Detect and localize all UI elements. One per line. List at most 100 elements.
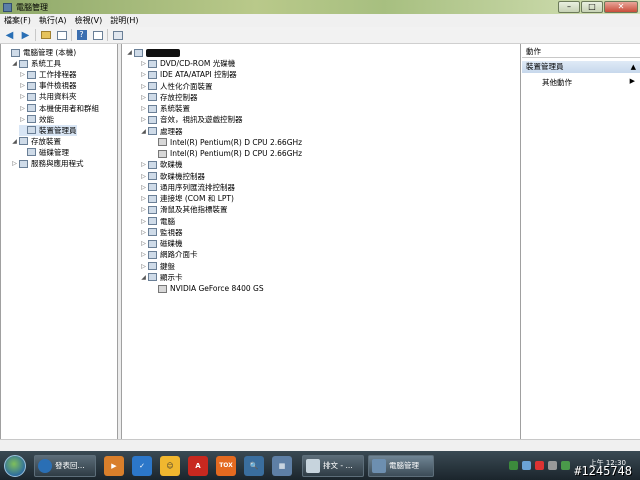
expand-arrow-icon[interactable]: ▷	[140, 218, 147, 225]
submenu-arrow-icon[interactable]: ▶	[630, 77, 635, 85]
device-tree-item[interactable]: ▷ 滑鼠及其他指標裝置	[140, 204, 228, 215]
antivirus-icon[interactable]	[535, 461, 544, 470]
device-tree-item[interactable]: ▷ 軟碟機控制器	[140, 171, 205, 182]
tree-item[interactable]: ▷ 共用資料夾	[19, 91, 76, 102]
more-actions-item[interactable]: 其他動作	[542, 77, 572, 88]
expand-arrow-icon[interactable]: ▷	[140, 116, 147, 123]
device-tree-item[interactable]: ▷ 人性化介面裝置	[140, 81, 212, 92]
expand-arrow-icon[interactable]: ▷	[140, 173, 147, 180]
device-tree-item[interactable]: ▷ 音效，視訊及遊戲控制器	[140, 114, 242, 125]
tree-item[interactable]: ▷ 本機使用者和群組	[19, 103, 99, 114]
expand-arrow-icon[interactable]: ▷	[140, 161, 147, 168]
menu-file[interactable]: 檔案(F)	[4, 15, 31, 26]
messenger-icon[interactable]: ✓	[132, 455, 152, 476]
expand-arrow-icon[interactable]: ◢	[140, 128, 147, 135]
device-tree-item[interactable]: ▷ 存放控制器	[140, 92, 197, 103]
device-icon	[148, 160, 157, 169]
tree-item[interactable]: 磁碟管理	[19, 147, 69, 158]
expand-arrow-icon[interactable]: ▷	[19, 105, 26, 112]
magnifier-icon[interactable]: 🔍	[244, 455, 264, 476]
device-list-pane[interactable]: ◢ ▷ DVD/CD-ROM 光碟機 ▷ IDE ATA/ATAPI 控制器 ▷ 人性化介…	[121, 44, 521, 439]
expand-arrow-icon[interactable]: ▷	[140, 83, 147, 90]
tree-item[interactable]: 電腦管理 (本機)	[3, 47, 76, 58]
start-button[interactable]	[0, 452, 30, 480]
tree-item[interactable]: ▷ 效能	[19, 114, 54, 125]
menu-view[interactable]: 檢視(V)	[75, 15, 103, 26]
device-tree-item[interactable]: NVIDIA GeForce 8400 GS	[150, 283, 264, 294]
device-tree-root[interactable]: ◢	[126, 47, 180, 58]
expand-arrow-icon[interactable]: ▷	[19, 71, 26, 78]
device-tree-item[interactable]: ▷ 連接埠 (COM 和 LPT)	[140, 193, 234, 204]
console-tree-pane[interactable]: 電腦管理 (本機) ◢ 系統工具 ▷ 工作排程器 ▷ 事件檢視器 ▷ 共用資料夾 ▷ 本機使用者和群…	[0, 44, 118, 439]
device-tree-item[interactable]: ▷ 磁碟機	[140, 238, 182, 249]
expand-arrow-icon[interactable]: ▷	[140, 105, 147, 112]
collapse-arrow-icon[interactable]: ◢	[126, 49, 133, 56]
device-tree-item[interactable]: ▷ 系統裝置	[140, 103, 190, 114]
taskbar-item-computer-management[interactable]: 電腦管理	[368, 454, 434, 477]
tree-item[interactable]: 裝置管理員	[19, 124, 77, 136]
expand-arrow-icon[interactable]: ▷	[19, 116, 26, 123]
expand-arrow-icon[interactable]: ▷	[11, 160, 18, 167]
calculator-icon[interactable]: ▦	[272, 455, 292, 476]
expand-arrow-icon[interactable]: ◢	[140, 274, 147, 281]
back-arrow-icon[interactable]: ◀	[3, 29, 16, 41]
up-folder-icon[interactable]	[39, 29, 52, 41]
tree-item[interactable]: ▷ 事件檢視器	[19, 80, 76, 91]
expand-arrow-icon[interactable]: ▷	[140, 184, 147, 191]
menu-help[interactable]: 說明(H)	[110, 15, 138, 26]
device-tree-item[interactable]: Intel(R) Pentium(R) D CPU 2.66GHz	[150, 148, 302, 159]
device-tree-item[interactable]: ▷ 通用序列匯流排控制器	[140, 182, 235, 193]
device-tree-item[interactable]: ◢ 處理器	[140, 126, 182, 137]
expand-arrow-icon[interactable]: ▷	[140, 251, 147, 258]
chat-icon[interactable]: ☺	[160, 455, 180, 476]
expand-arrow-icon[interactable]: ▷	[19, 93, 26, 100]
tree-item[interactable]: ▷ 工作排程器	[19, 69, 76, 80]
device-tree-item[interactable]: ▷ DVD/CD-ROM 光碟機	[140, 58, 235, 69]
device-tree-item[interactable]: ▷ 監視器	[140, 227, 182, 238]
expand-arrow-icon[interactable]: ▷	[140, 263, 147, 270]
actions-section-device-manager[interactable]: 裝置管理員 ▲	[522, 61, 640, 73]
expand-arrow-icon[interactable]: ◢	[11, 60, 18, 67]
tree-item[interactable]: ▷ 服務與應用程式	[11, 158, 83, 169]
device-tree-item[interactable]: ▷ 電腦	[140, 216, 175, 227]
update-icon[interactable]	[548, 461, 557, 470]
tree-item[interactable]: ◢ 存放裝置	[11, 136, 61, 147]
network-icon[interactable]	[509, 461, 518, 470]
expand-arrow-icon[interactable]: ▷	[140, 229, 147, 236]
device-tree-item[interactable]: Intel(R) Pentium(R) D CPU 2.66GHz	[150, 137, 302, 148]
media-player-icon[interactable]: ▶	[104, 455, 124, 476]
device-tree-item[interactable]: ▷ IDE ATA/ATAPI 控制器	[140, 69, 236, 80]
expand-arrow-icon[interactable]: ▷	[140, 71, 147, 78]
acrobat-icon[interactable]: A	[188, 455, 208, 476]
expand-arrow-icon[interactable]: ▷	[140, 206, 147, 213]
show-hide-tree-icon[interactable]	[55, 29, 68, 41]
tool-icon[interactable]: TOX	[216, 455, 236, 476]
properties-icon[interactable]	[91, 29, 104, 41]
taskbar-item-notepad[interactable]: 排文 - ...	[302, 454, 364, 477]
device-tree-item[interactable]: ▷ 網路介面卡	[140, 249, 197, 260]
actions-header: 動作	[522, 46, 640, 58]
expand-arrow-icon[interactable]: ◢	[11, 138, 18, 145]
expand-arrow-icon[interactable]: ▷	[140, 240, 147, 247]
minimize-button[interactable]: –	[558, 1, 580, 13]
forward-arrow-icon[interactable]: ▶	[19, 29, 32, 41]
taskbar-item-browser[interactable]: 發表回...	[34, 454, 96, 477]
menu-action[interactable]: 執行(A)	[39, 15, 67, 26]
device-icon	[148, 115, 157, 124]
help-icon[interactable]: ?	[75, 29, 88, 41]
expand-arrow-icon[interactable]: ▷	[140, 60, 147, 67]
maximize-button[interactable]: □	[581, 1, 603, 13]
collapse-caret-icon[interactable]: ▲	[631, 61, 636, 73]
device-tree-item[interactable]: ▷ 鍵盤	[140, 261, 175, 272]
device-tree-item-label: 滑鼠及其他指標裝置	[160, 205, 228, 215]
messenger-tray-icon[interactable]	[561, 461, 570, 470]
device-tree-item[interactable]: ▷ 軟碟機	[140, 159, 182, 170]
scan-hardware-icon[interactable]	[111, 29, 124, 41]
expand-arrow-icon[interactable]: ▷	[140, 94, 147, 101]
expand-arrow-icon[interactable]: ▷	[19, 82, 26, 89]
expand-arrow-icon[interactable]: ▷	[140, 195, 147, 202]
volume-icon[interactable]	[522, 461, 531, 470]
tree-item[interactable]: ◢ 系統工具	[11, 58, 61, 69]
device-tree-item[interactable]: ◢ 顯示卡	[140, 272, 182, 283]
close-button[interactable]: ✕	[604, 1, 638, 13]
